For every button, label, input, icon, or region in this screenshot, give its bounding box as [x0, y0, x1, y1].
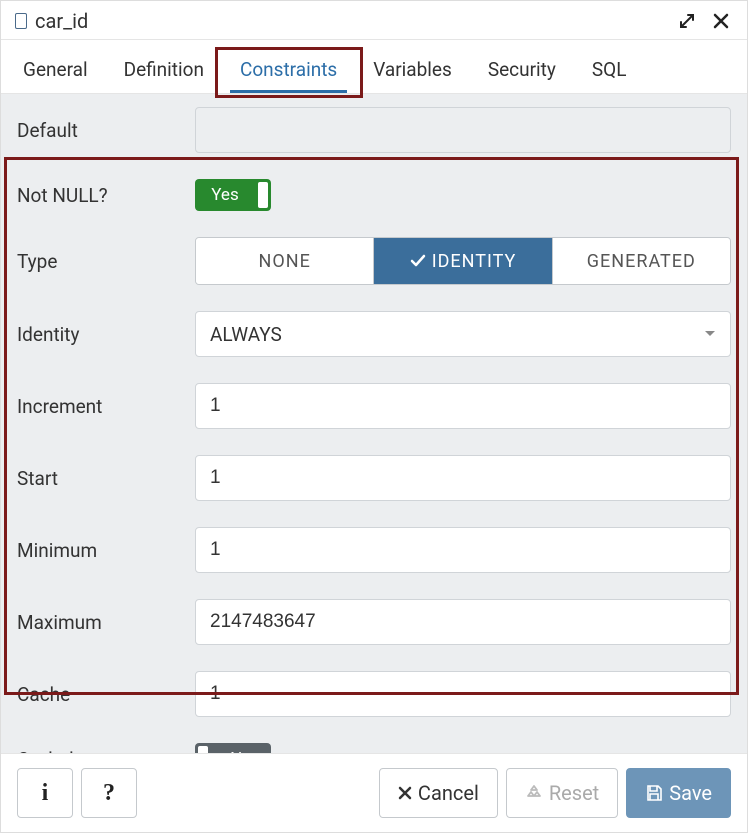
label-cache: Cache [17, 683, 195, 706]
tab-definition[interactable]: Definition [106, 44, 222, 93]
info-button[interactable]: i [17, 768, 73, 818]
label-maximum: Maximum [17, 611, 195, 634]
identity-select[interactable]: ALWAYS [195, 311, 731, 357]
row-type: Type NONE IDENTITY GENERATED [1, 224, 747, 298]
dialog-footer: i ? Cancel Reset Save [1, 753, 747, 832]
tab-general[interactable]: General [5, 44, 106, 93]
tab-sql[interactable]: SQL [574, 44, 645, 93]
toggle-knob [198, 746, 208, 753]
type-option-identity[interactable]: IDENTITY [374, 238, 552, 284]
maximum-input[interactable] [195, 599, 731, 645]
toggle-knob [258, 182, 268, 208]
label-minimum: Minimum [17, 539, 195, 562]
tab-security[interactable]: Security [470, 44, 574, 93]
save-button[interactable]: Save [626, 768, 731, 818]
tabs: General Definition Constraints Variables… [1, 40, 747, 94]
row-default: Default [1, 94, 747, 166]
default-input[interactable] [195, 107, 731, 153]
row-not-null: Not NULL? Yes [1, 166, 747, 224]
save-icon [645, 784, 663, 802]
row-start: Start [1, 442, 747, 514]
cancel-button[interactable]: Cancel [379, 768, 498, 818]
row-cache: Cache [1, 658, 747, 730]
label-type: Type [17, 250, 195, 273]
expand-button[interactable] [675, 9, 699, 33]
tab-constraints[interactable]: Constraints [222, 44, 355, 93]
label-identity: Identity [17, 323, 195, 346]
titlebar: car_id [1, 1, 747, 40]
column-icon [15, 13, 27, 29]
label-default: Default [17, 119, 195, 142]
row-identity: Identity ALWAYS [1, 298, 747, 370]
type-button-group: NONE IDENTITY GENERATED [195, 237, 731, 285]
tab-variables[interactable]: Variables [355, 44, 470, 93]
row-increment: Increment [1, 370, 747, 442]
cycled-toggle[interactable]: No [195, 743, 271, 753]
recycle-icon [525, 784, 543, 802]
constraints-panel: Default Not NULL? Yes Type NONE [1, 94, 747, 753]
close-button[interactable] [709, 9, 733, 33]
column-properties-dialog: car_id General Definition Constraints Va… [0, 0, 748, 833]
row-maximum: Maximum [1, 586, 747, 658]
type-option-none[interactable]: NONE [196, 238, 374, 284]
start-input[interactable] [195, 455, 731, 501]
not-null-toggle[interactable]: Yes [195, 179, 271, 211]
label-not-null: Not NULL? [17, 184, 195, 207]
chevron-down-icon [704, 330, 716, 338]
minimum-input[interactable] [195, 527, 731, 573]
help-button[interactable]: ? [81, 768, 137, 818]
cache-input[interactable] [195, 671, 731, 717]
dialog-title: car_id [35, 9, 665, 33]
label-increment: Increment [17, 395, 195, 418]
reset-button[interactable]: Reset [506, 768, 618, 818]
increment-input[interactable] [195, 383, 731, 429]
row-minimum: Minimum [1, 514, 747, 586]
row-cycled: Cycled No [1, 730, 747, 753]
type-option-generated[interactable]: GENERATED [553, 238, 730, 284]
check-icon [410, 253, 426, 269]
label-start: Start [17, 467, 195, 490]
close-icon [398, 786, 412, 800]
